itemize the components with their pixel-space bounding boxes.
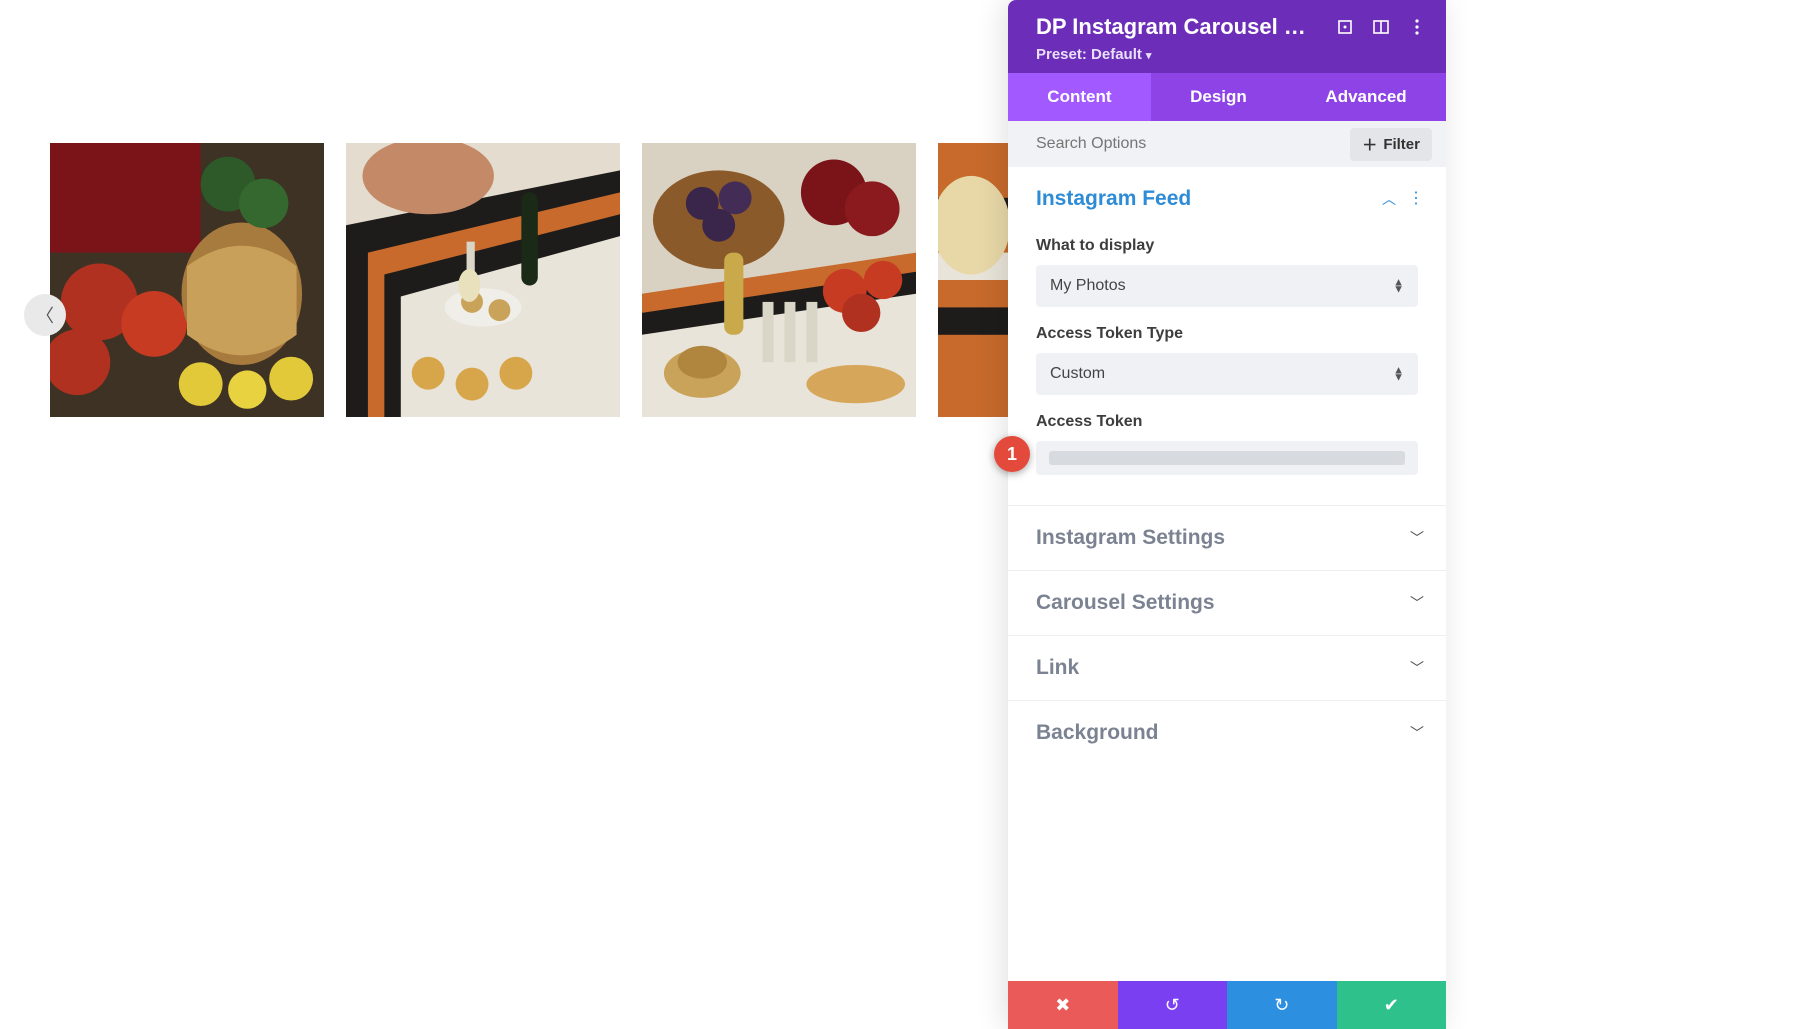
section-title: Background (1036, 721, 1159, 745)
tab-content[interactable]: Content (1008, 73, 1151, 121)
chevron-down-icon: ﹀ (1410, 593, 1424, 613)
tab-design[interactable]: Design (1151, 73, 1286, 121)
carousel-image[interactable] (50, 143, 324, 417)
undo-button[interactable]: ↺ (1118, 981, 1228, 1029)
tab-advanced[interactable]: Advanced (1286, 73, 1446, 121)
select-value: Custom (1050, 365, 1105, 382)
chevron-up-icon: ︿ (1382, 189, 1396, 209)
filter-button[interactable]: ＋ Filter (1350, 128, 1432, 161)
redo-button[interactable]: ↻ (1227, 981, 1337, 1029)
tab-bar: Content Design Advanced (1008, 73, 1446, 121)
plus-icon: ＋ (1362, 134, 1377, 155)
section-header-carousel-settings[interactable]: Carousel Settings ﹀ (1008, 571, 1446, 635)
field-label-what-to-display: What to display (1036, 237, 1418, 255)
select-arrows-icon: ▲▼ (1393, 279, 1404, 292)
vertical-dots-icon[interactable]: ⋮ (1408, 191, 1424, 207)
page-canvas: 〈 (0, 0, 1008, 1029)
instagram-carousel (50, 143, 1010, 417)
section-header-background[interactable]: Background ﹀ (1008, 701, 1446, 765)
action-bar: ✖ ↺ ↻ ✔ (1008, 981, 1446, 1029)
close-icon: ✖ (1055, 995, 1070, 1016)
redacted-value (1049, 451, 1404, 465)
carousel-image[interactable] (938, 143, 1010, 417)
undo-icon: ↺ (1165, 995, 1180, 1016)
section-title: Carousel Settings (1036, 591, 1215, 615)
cancel-button[interactable]: ✖ (1008, 981, 1118, 1029)
save-button[interactable]: ✔ (1337, 981, 1447, 1029)
annotation-marker-1: 1 (994, 436, 1030, 472)
section-title: Link (1036, 656, 1079, 680)
section-instagram-feed: Instagram Feed ︿ ⋮ What to display My Ph… (1008, 167, 1446, 505)
chevron-down-icon: ﹀ (1410, 723, 1424, 743)
vertical-dots-icon[interactable] (1408, 18, 1426, 36)
search-input[interactable] (1036, 135, 1350, 153)
section-carousel-settings: Carousel Settings ﹀ (1008, 570, 1446, 635)
caret-down-icon: ▾ (1142, 50, 1152, 62)
columns-icon[interactable] (1372, 18, 1390, 36)
section-title: Instagram Settings (1036, 526, 1225, 550)
section-title: Instagram Feed (1036, 187, 1191, 211)
preset-selector[interactable]: Preset: Default▾ (1036, 46, 1426, 63)
select-what-to-display[interactable]: My Photos ▲▼ (1036, 265, 1418, 307)
redo-icon: ↻ (1274, 995, 1289, 1016)
expand-icon[interactable] (1336, 18, 1354, 36)
field-label-access-token: Access Token (1036, 413, 1418, 431)
preset-label: Preset: Default (1036, 46, 1142, 63)
panel-title: DP Instagram Carousel Sett… (1036, 14, 1318, 40)
search-row: ＋ Filter (1008, 121, 1446, 167)
section-instagram-settings: Instagram Settings ﹀ (1008, 505, 1446, 570)
carousel-prev-button[interactable]: 〈 (24, 294, 66, 336)
check-icon: ✔ (1384, 995, 1399, 1016)
chevron-down-icon: ﹀ (1410, 528, 1424, 548)
settings-panel: DP Instagram Carousel Sett… Preset: Defa… (1008, 0, 1446, 1029)
chevron-left-icon: 〈 (36, 302, 54, 328)
section-background: Background ﹀ (1008, 700, 1446, 765)
field-label-access-token-type: Access Token Type (1036, 325, 1418, 343)
select-value: My Photos (1050, 277, 1126, 294)
carousel-image[interactable] (642, 143, 916, 417)
section-link: Link ﹀ (1008, 635, 1446, 700)
panel-header: DP Instagram Carousel Sett… Preset: Defa… (1008, 0, 1446, 73)
section-header-instagram-feed[interactable]: Instagram Feed ︿ ⋮ (1008, 167, 1446, 231)
input-access-token[interactable] (1036, 441, 1418, 475)
marker-label: 1 (1007, 444, 1017, 465)
section-header-link[interactable]: Link ﹀ (1008, 636, 1446, 700)
section-header-instagram-settings[interactable]: Instagram Settings ﹀ (1008, 506, 1446, 570)
select-arrows-icon: ▲▼ (1393, 367, 1404, 380)
filter-label: Filter (1383, 136, 1420, 153)
select-access-token-type[interactable]: Custom ▲▼ (1036, 353, 1418, 395)
carousel-image[interactable] (346, 143, 620, 417)
panel-body[interactable]: Instagram Feed ︿ ⋮ What to display My Ph… (1008, 167, 1446, 981)
chevron-down-icon: ﹀ (1410, 658, 1424, 678)
